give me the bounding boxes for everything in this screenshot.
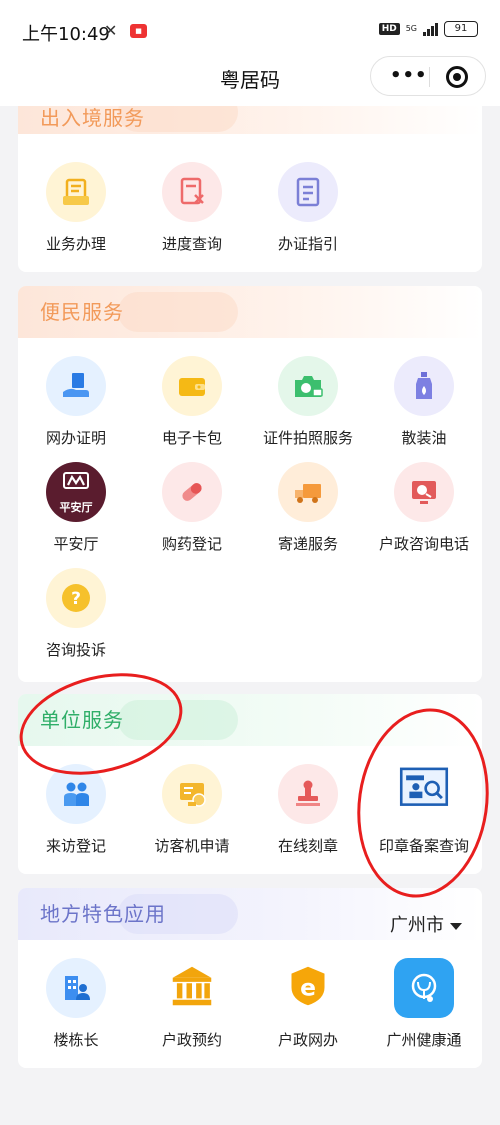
section-title: 便民服务 bbox=[40, 300, 124, 324]
miniprogram-capsule: ••• bbox=[370, 56, 486, 96]
document-x-icon bbox=[162, 162, 222, 222]
service-label: 电子卡包 bbox=[161, 429, 222, 447]
notification-app-icon: ■ bbox=[130, 24, 147, 38]
entry-exit-header: 出入境服务 bbox=[18, 106, 482, 134]
service-item-oil[interactable]: 散装油 bbox=[366, 356, 482, 460]
service-label: 进度查询 bbox=[161, 235, 222, 253]
service-label: 平安厅 bbox=[53, 535, 99, 553]
local-apps-card: 地方特色应用 广州市 楼栋长 户政预约 e 户政网办 广州健康通 bbox=[18, 888, 482, 1068]
navigation-bar: 粤居码 ••• bbox=[0, 56, 500, 106]
service-item-seal-query[interactable]: 印章备案查询 bbox=[366, 764, 482, 868]
caret-down-icon bbox=[450, 922, 462, 930]
wallet-icon bbox=[162, 356, 222, 416]
pill-capsule-icon bbox=[162, 462, 222, 522]
service-item-photo[interactable]: 证件拍照服务 bbox=[250, 356, 366, 460]
city-selector[interactable]: 广州市 bbox=[390, 900, 462, 952]
pingan-hall-logo: 平安厅 bbox=[46, 462, 106, 522]
service-item-visitor-register[interactable]: 来访登记 bbox=[18, 764, 134, 868]
service-item-medicine[interactable]: 购药登记 bbox=[134, 462, 250, 566]
network-type: 5G bbox=[405, 24, 417, 33]
service-item-guide[interactable]: 办证指引 bbox=[250, 162, 366, 266]
service-item-wallet[interactable]: 电子卡包 bbox=[134, 356, 250, 460]
question-icon: ? bbox=[46, 568, 106, 628]
public-service-header: 便民服务 bbox=[18, 286, 482, 338]
svg-text:e: e bbox=[300, 974, 316, 1002]
section-title: 单位服务 bbox=[40, 708, 124, 732]
service-label: 寄递服务 bbox=[277, 535, 338, 553]
service-label: 咨询投诉 bbox=[45, 641, 106, 659]
phone-screen-icon bbox=[394, 462, 454, 522]
capsule-divider bbox=[429, 67, 430, 87]
status-time: 上午10:49 bbox=[22, 24, 110, 45]
guide-document-icon bbox=[278, 162, 338, 222]
service-label: 印章备案查询 bbox=[378, 837, 469, 855]
service-item-business[interactable]: 业务办理 bbox=[18, 162, 134, 266]
camera-id-icon bbox=[278, 356, 338, 416]
close-miniprogram-icon[interactable] bbox=[446, 66, 468, 88]
status-bar: 上午10:49 ✕ ■ HD 5G 91 bbox=[0, 0, 500, 60]
city-name: 广州市 bbox=[390, 915, 444, 936]
signal-icon bbox=[423, 22, 438, 36]
service-label: 访客机申请 bbox=[154, 837, 230, 855]
section-title: 地方特色应用 bbox=[40, 902, 166, 926]
service-label: 办证指引 bbox=[277, 235, 338, 253]
unit-service-header: 单位服务 bbox=[18, 694, 482, 746]
more-icon[interactable]: ••• bbox=[390, 65, 428, 86]
hand-certificate-icon bbox=[46, 356, 106, 416]
local-apps-header: 地方特色应用 广州市 bbox=[18, 888, 482, 940]
service-item-hukou-online[interactable]: e 户政网办 bbox=[250, 958, 366, 1062]
mute-icon: ✕ bbox=[104, 21, 118, 40]
service-label: 户政预约 bbox=[161, 1031, 222, 1049]
service-item-complaint[interactable]: ? 咨询投诉 bbox=[18, 568, 134, 672]
unit-service-card: 单位服务 来访登记 访客机申请 在线刻章 印章备案查询 bbox=[18, 694, 482, 874]
service-item-pingan[interactable]: 平安厅 平安厅 bbox=[18, 462, 134, 566]
section-title: 出入境服务 bbox=[40, 106, 145, 130]
public-service-card: 便民服务 网办证明 电子卡包 证件拍照服务 散装油 平安厅 平安厅 购药登记 寄… bbox=[18, 286, 482, 682]
battery-icon: 91 bbox=[444, 21, 478, 37]
service-label: 户政网办 bbox=[277, 1031, 338, 1049]
service-label: 广州健康通 bbox=[386, 1031, 462, 1049]
service-label: 户政咨询电话 bbox=[378, 535, 469, 553]
building-person-icon bbox=[46, 958, 106, 1018]
pingan-logo-text: 平安厅 bbox=[59, 501, 93, 514]
service-item-building-head[interactable]: 楼栋长 bbox=[18, 958, 134, 1062]
service-item-hukou-booking[interactable]: 户政预约 bbox=[134, 958, 250, 1062]
service-item-progress[interactable]: 进度查询 bbox=[134, 162, 250, 266]
service-item-health[interactable]: 广州健康通 bbox=[366, 958, 482, 1062]
service-label: 业务办理 bbox=[45, 235, 106, 253]
service-item-online-cert[interactable]: 网办证明 bbox=[18, 356, 134, 460]
health-stethoscope-icon bbox=[394, 958, 454, 1018]
service-label: 楼栋长 bbox=[53, 1031, 99, 1049]
service-label: 在线刻章 bbox=[277, 837, 338, 855]
svg-text:?: ? bbox=[71, 589, 81, 609]
status-right: HD 5G 91 bbox=[378, 21, 478, 37]
seal-search-icon bbox=[394, 764, 454, 824]
entry-exit-card: 出入境服务 业务办理 进度查询 办证指引 bbox=[18, 106, 482, 272]
government-building-icon bbox=[162, 958, 222, 1018]
service-item-delivery[interactable]: 寄递服务 bbox=[250, 462, 366, 566]
service-label: 散装油 bbox=[401, 429, 447, 447]
hd-icon: HD bbox=[378, 23, 400, 35]
service-label: 网办证明 bbox=[45, 429, 106, 447]
e-shield-icon: e bbox=[278, 958, 338, 1018]
service-item-hukou-phone[interactable]: 户政咨询电话 bbox=[366, 462, 482, 566]
visitors-icon bbox=[46, 764, 106, 824]
service-label: 购药登记 bbox=[161, 535, 222, 553]
service-item-online-stamp[interactable]: 在线刻章 bbox=[250, 764, 366, 868]
visitor-machine-icon bbox=[162, 764, 222, 824]
delivery-truck-icon bbox=[278, 462, 338, 522]
service-label: 证件拍照服务 bbox=[262, 429, 353, 447]
oil-bottle-icon bbox=[394, 356, 454, 416]
document-tray-icon bbox=[46, 162, 106, 222]
stamp-icon bbox=[278, 764, 338, 824]
service-label: 来访登记 bbox=[45, 837, 106, 855]
service-item-visitor-machine[interactable]: 访客机申请 bbox=[134, 764, 250, 868]
